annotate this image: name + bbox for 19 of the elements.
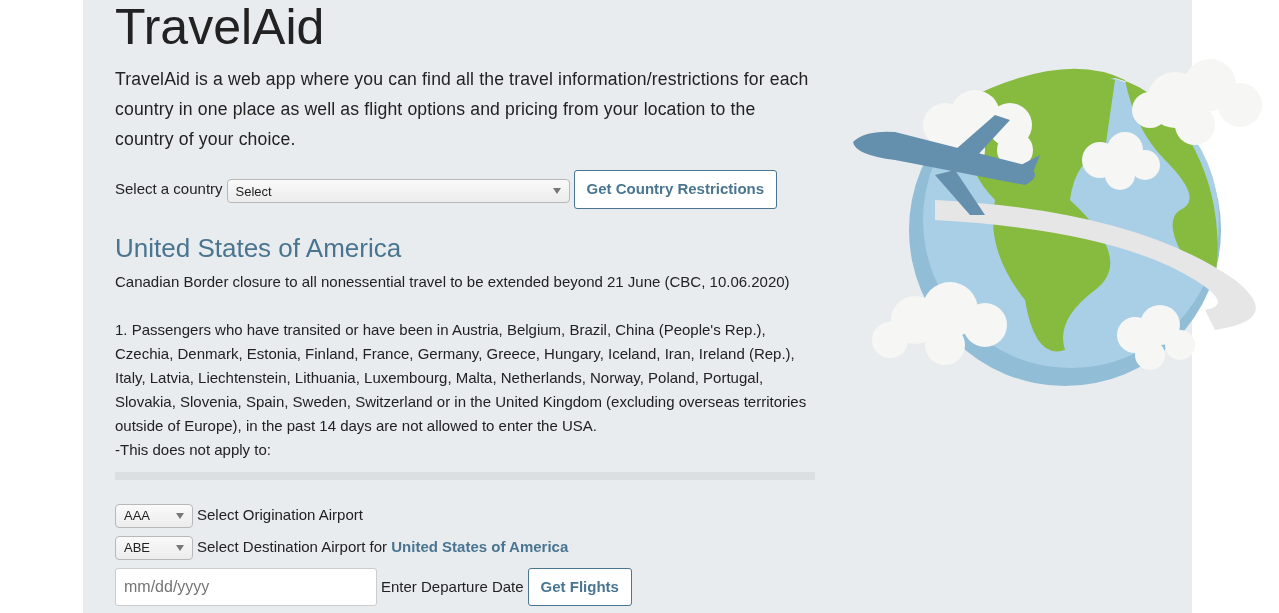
date-label: Enter Departure Date: [381, 576, 524, 597]
get-restrictions-button[interactable]: Get Country Restrictions: [573, 170, 778, 209]
caret-icon: [176, 544, 184, 551]
country-heading: United States of America: [115, 232, 403, 264]
destination-label: Select Destination Airport for United States of America: [197, 537, 569, 558]
origin-select[interactable]: AAA: [115, 503, 193, 528]
caret-icon: [176, 512, 184, 519]
country-label: Select a country: [115, 179, 223, 199]
intro-text: TravelAid is a web app where you can find all the travel information/restrictions for each country in one place as well as flight options and pricing from your location to the country of your choice.: [115, 68, 810, 151]
get-flights-button[interactable]: Get Flights: [527, 567, 632, 607]
app-title: TravelAid: [115, 2, 326, 52]
restriction-text: Canadian Border closure to all nonessential travel to be extended beyond 21 June (CBC, 10.06.2020): [115, 271, 791, 292]
restriction-text: 1. Passengers who have transited or have been in Austria, Belgium, Brazil, China (People's Rep.), Czechia, Denmark, Estonia, Finland, France, Germany, Greece, Hungary, Iceland, Iran, Ireland (Rep.), Italy, Latvia, Liechtenstein, Lithuania, Luxembourg, Malta, Netherlands, Norway, Poland, Portugal, Slovakia, Slovenia, Spain, Sweden, Switzerland or in the United Kingdom (excluding overseas territories outside of Europe), in the past 14 days are not allowed to enter the USA.: [115, 319, 808, 436]
origin-label: Select Origination Airport: [197, 505, 363, 526]
restriction-text: -This does not apply to:: [115, 439, 272, 460]
country-select[interactable]: Select: [226, 179, 570, 204]
caret-icon: [552, 188, 561, 195]
date-field[interactable]: mm/dd/yyyy: [115, 567, 377, 606]
destination-select[interactable]: ABE: [115, 535, 193, 560]
